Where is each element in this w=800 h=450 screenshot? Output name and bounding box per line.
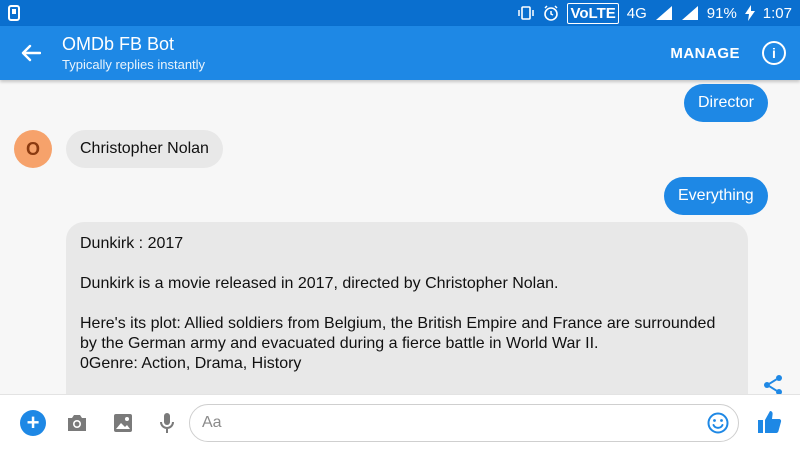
manage-button[interactable]: MANAGE (670, 45, 740, 62)
movie-plot-line: Here's its plot: Allied soldiers from Be… (80, 315, 716, 352)
back-button[interactable] (0, 26, 62, 80)
page-subtitle: Typically replies instantly (62, 57, 206, 72)
microphone-icon (160, 413, 174, 433)
movie-genre-line: 0Genre: Action, Drama, History (80, 355, 302, 372)
microphone-button[interactable] (156, 412, 178, 434)
info-button[interactable]: i (762, 41, 786, 65)
header-titles: OMDb FB Bot Typically replies instantly (62, 34, 205, 72)
emoji-icon (707, 412, 729, 434)
message-bot-director-name[interactable]: Christopher Nolan (66, 130, 223, 168)
battery-charging-icon (744, 5, 755, 21)
clock: 1:07 (762, 4, 792, 22)
movie-info-message[interactable]: Dunkirk : 2017 Dunkirk is a movie releas… (66, 222, 748, 394)
battery-percent: 91% (706, 4, 737, 22)
movie-title-line: Dunkirk : 2017 (80, 235, 184, 252)
gallery-button[interactable] (112, 412, 134, 434)
message-input[interactable] (189, 404, 739, 442)
conversation[interactable]: Director O Christopher Nolan Everything … (0, 80, 800, 394)
page-title: OMDb FB Bot (62, 34, 175, 54)
phone-notification-icon (8, 5, 20, 21)
composer-bar: + (0, 394, 800, 450)
movie-summary-line: Dunkirk is a movie released in 2017, dir… (80, 275, 559, 292)
message-user-director[interactable]: Director (684, 84, 769, 122)
status-left (8, 5, 20, 21)
vibrate-icon (518, 6, 535, 20)
avatar[interactable]: O (14, 130, 52, 168)
header-actions: MANAGE i (670, 41, 800, 65)
share-button[interactable] (762, 374, 784, 394)
plus-button[interactable]: + (20, 410, 46, 436)
network-type: 4G (626, 4, 647, 22)
image-icon (114, 414, 132, 432)
camera-icon (68, 415, 86, 431)
alarm-icon (544, 5, 559, 21)
chat-header: OMDb FB Bot Typically replies instantly … (0, 26, 800, 80)
status-bar: VoLTE 4G 91% 1:07 (0, 0, 800, 26)
emoji-button[interactable] (707, 412, 729, 434)
volte-badge: VoLTE (567, 2, 619, 24)
thumbs-up-icon (758, 411, 782, 433)
status-right: VoLTE 4G 91% 1:07 (517, 2, 792, 24)
camera-button[interactable] (66, 412, 88, 434)
signal-icon-2 (681, 6, 698, 20)
arrow-left-icon (21, 44, 41, 62)
message-user-everything[interactable]: Everything (664, 177, 768, 215)
share-icon (764, 375, 782, 394)
signal-icon (655, 6, 672, 20)
like-button[interactable] (757, 409, 783, 435)
